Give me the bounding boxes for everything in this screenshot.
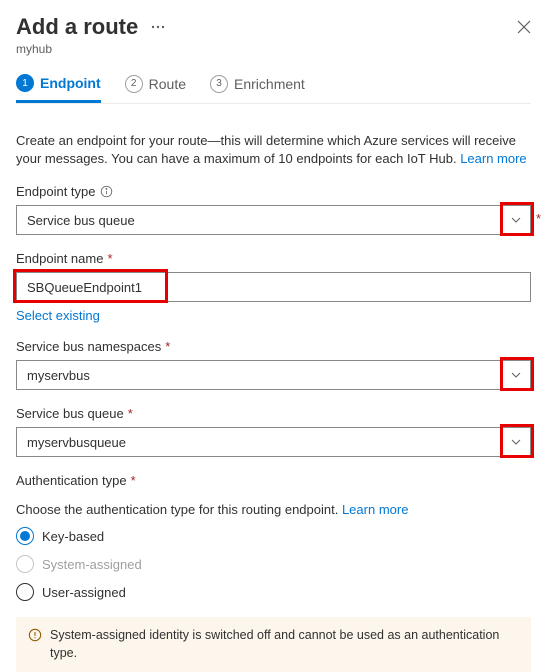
close-icon[interactable]	[517, 20, 531, 34]
endpoint-type-label: Endpoint type	[16, 184, 96, 199]
intro-text: Create an endpoint for your route—this w…	[16, 132, 531, 168]
endpoint-name-input[interactable]	[16, 272, 531, 302]
warning-icon	[28, 628, 42, 648]
more-icon[interactable]	[150, 19, 166, 35]
required-indicator: *	[131, 473, 136, 488]
radio-label: Key-based	[42, 529, 104, 544]
step-number: 1	[16, 74, 34, 92]
step-number: 3	[210, 75, 228, 93]
step-label: Endpoint	[40, 75, 101, 91]
namespaces-label: Service bus namespaces	[16, 339, 161, 354]
radio-icon	[16, 583, 34, 601]
panel-subtitle: myhub	[16, 42, 531, 56]
info-icon[interactable]	[100, 185, 113, 198]
queue-label: Service bus queue	[16, 406, 124, 421]
required-indicator: *	[536, 211, 541, 226]
step-endpoint[interactable]: 1 Endpoint	[16, 74, 101, 103]
step-route[interactable]: 2 Route	[125, 74, 186, 103]
select-existing-link[interactable]: Select existing	[16, 308, 100, 323]
endpoint-type-value: Service bus queue	[27, 213, 135, 228]
namespaces-value: myservbus	[27, 368, 90, 383]
learn-more-link[interactable]: Learn more	[460, 151, 526, 166]
radio-user-assigned[interactable]: User-assigned	[16, 583, 531, 601]
auth-intro: Choose the authentication type for this …	[16, 502, 531, 517]
radio-system-assigned: System-assigned	[16, 555, 531, 573]
radio-label: System-assigned	[42, 557, 142, 572]
auth-type-label: Authentication type	[16, 473, 127, 488]
auth-learn-more-link[interactable]: Learn more	[342, 502, 408, 517]
step-number: 2	[125, 75, 143, 93]
wizard-steps: 1 Endpoint 2 Route 3 Enrichment	[16, 74, 531, 104]
endpoint-type-select[interactable]: Service bus queue	[16, 205, 531, 235]
namespaces-select[interactable]: myservbus	[16, 360, 531, 390]
banner-text: System-assigned identity is switched off…	[50, 627, 519, 662]
auth-radio-group: Key-based System-assigned User-assigned	[16, 527, 531, 601]
radio-label: User-assigned	[42, 585, 126, 600]
panel-title: Add a route	[16, 14, 138, 40]
required-indicator: *	[128, 406, 133, 421]
queue-select[interactable]: myservbusqueue	[16, 427, 531, 457]
intro-body: Create an endpoint for your route—this w…	[16, 133, 516, 166]
auth-intro-text: Choose the authentication type for this …	[16, 502, 342, 517]
queue-value: myservbusqueue	[27, 435, 126, 450]
info-banner: System-assigned identity is switched off…	[16, 617, 531, 672]
required-indicator: *	[165, 339, 170, 354]
step-label: Enrichment	[234, 76, 305, 92]
radio-icon	[16, 555, 34, 573]
radio-icon	[16, 527, 34, 545]
step-enrichment[interactable]: 3 Enrichment	[210, 74, 305, 103]
endpoint-name-label: Endpoint name	[16, 251, 103, 266]
required-indicator: *	[107, 251, 112, 266]
step-label: Route	[149, 76, 186, 92]
radio-key-based[interactable]: Key-based	[16, 527, 531, 545]
